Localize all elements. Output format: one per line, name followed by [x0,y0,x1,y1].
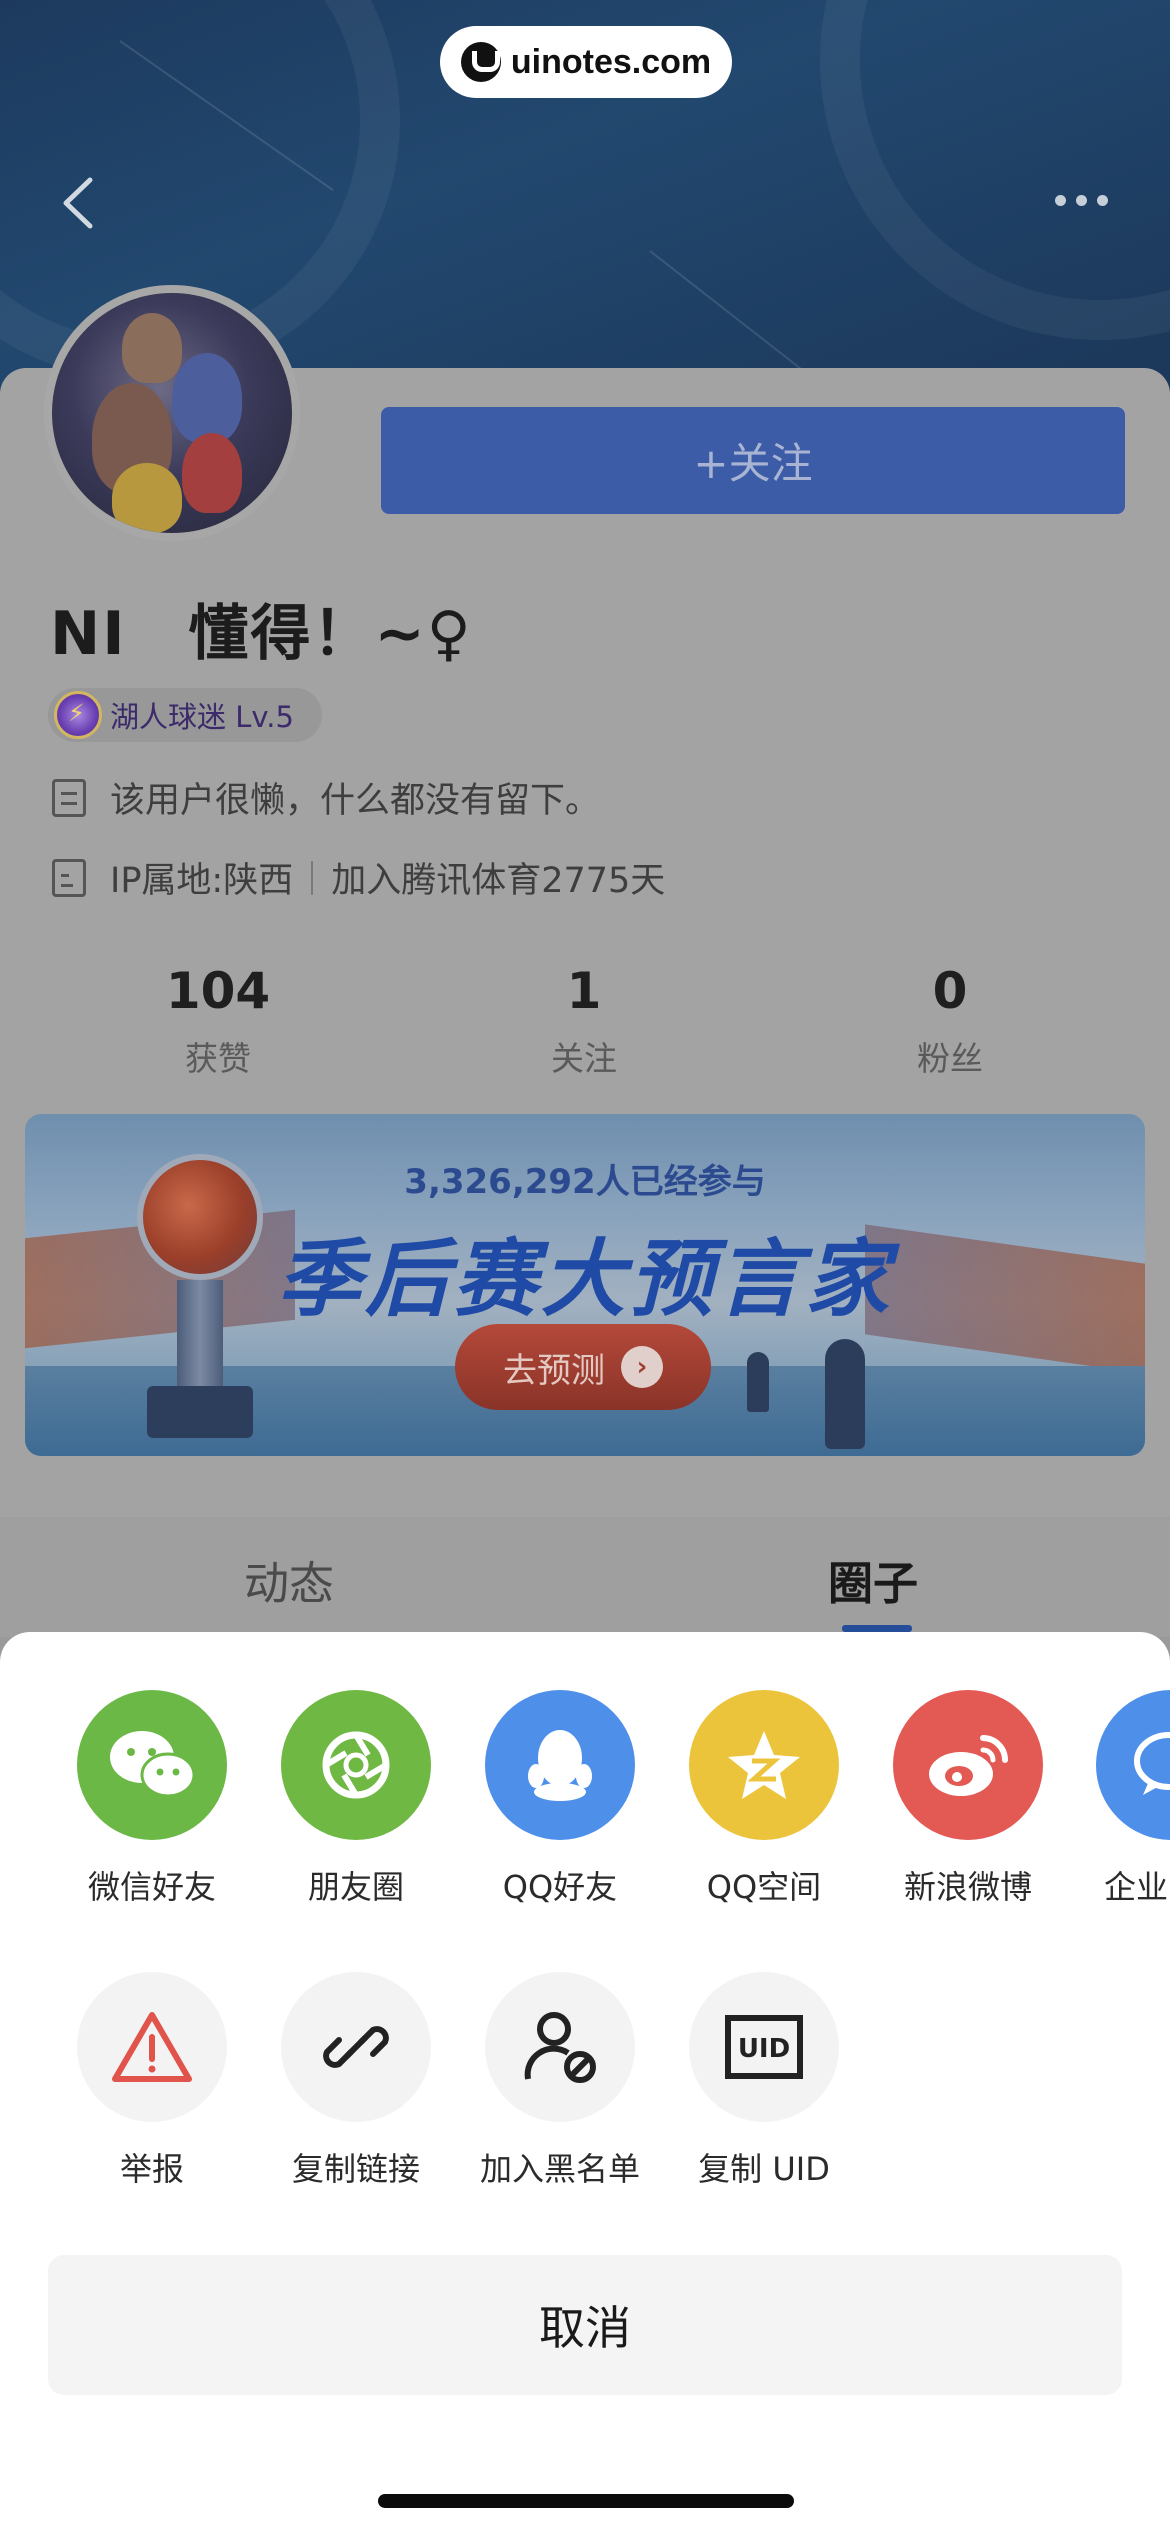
share-wechat-friend[interactable]: 微信好友 [50,1690,254,1908]
share-weibo[interactable]: 新浪微博 [866,1690,1070,1908]
tool-label: 举报 [119,2150,184,2188]
watermark-badge: uinotes.com [440,26,732,98]
document-icon [52,778,86,817]
tool-label: 加入黑名单 [479,2150,640,2188]
wechat-icon [77,1690,227,1840]
stat-value: 0 [932,962,968,1020]
home-indicator[interactable] [378,2494,794,2508]
avatar[interactable] [44,285,300,541]
more-dot [1097,194,1108,206]
moments-icon [281,1690,431,1840]
tab-circles[interactable]: 圈子 [828,1547,918,1612]
divider [311,860,314,895]
lakers-badge-icon [54,691,102,739]
banner-title: 季后赛大预言家 [276,1230,893,1328]
share-label: 新浪微博 [903,1868,1032,1906]
banner-participants: 3,326,292人已经参与 [404,1162,766,1202]
tab-activity[interactable]: 动态 [244,1547,334,1612]
uinotes-logo-icon [460,42,501,82]
ip-location: IP属地:陕西 [110,861,294,901]
share-moments[interactable]: 朋友圈 [254,1690,458,1908]
playoff-prediction-banner[interactable]: 3,326,292人已经参与 季后赛大预言家 去预测 › [25,1114,1145,1456]
share-qzone[interactable]: QQ空间 [662,1690,866,1908]
badge-label: 湖人球迷 Lv.5 [110,700,294,734]
player-silhouette [747,1352,769,1412]
player-silhouette [825,1339,865,1449]
bio-text: 该用户很懒，什么都没有留下。 [110,781,601,821]
share-sheet: 微信好友 朋友圈 QQ好友 QQ空间 新浪微博 企业 举报 复制链接 加入黑名单… [0,1632,1170,2532]
stat-label: 粉丝 [917,1039,983,1078]
svg-text:UID: UID [738,2034,790,2064]
fan-level-badge[interactable]: 湖人球迷 Lv.5 [48,688,322,742]
watermark-text: uinotes.com [510,42,712,81]
id-card-icon [52,858,86,897]
share-label: 微信好友 [87,1868,216,1906]
active-tab-indicator [842,1625,912,1632]
stat-following[interactable]: 1 关注 [464,962,704,1080]
share-qq-friend[interactable]: QQ好友 [458,1690,662,1908]
stat-value: 1 [566,962,602,1020]
back-button[interactable] [50,168,110,238]
qq-icon [485,1690,635,1840]
tool-label: 复制链接 [291,2150,420,2188]
tool-label: 复制 UID [698,2150,830,2188]
weibo-icon [893,1690,1043,1840]
share-label: QQ好友 [502,1868,618,1906]
profile-tabs: 动态 圈子 [0,1517,1170,1637]
uid-icon: UID [689,1972,839,2122]
follow-button[interactable]: +关注 [381,407,1125,514]
enterprise-wechat-icon [1096,1690,1170,1840]
copy-uid-button[interactable]: UID 复制 UID [662,1972,866,2190]
block-user-button[interactable]: 加入黑名单 [458,1972,662,2190]
copy-link-button[interactable]: 复制链接 [254,1972,458,2190]
predict-label: 去预测 [503,1350,605,1391]
block-user-icon [485,1972,635,2122]
bio-row: 该用户很懒，什么都没有留下。 [52,772,600,823]
chevron-left-icon [63,177,93,229]
meta-row: IP属地:陕西 加入腾讯体育2775天 [52,852,665,903]
stat-value: 104 [165,962,271,1020]
more-dot [1076,194,1087,206]
qzone-icon [689,1690,839,1840]
stat-label: 关注 [551,1039,617,1078]
share-enterprise-wechat[interactable]: 企业 [1070,1690,1170,1908]
warning-icon [77,1972,227,2122]
share-label: 朋友圈 [307,1868,404,1906]
more-dot [1055,194,1066,206]
username: NI 懂得！~♀ [50,599,473,669]
cancel-button[interactable]: 取消 [48,2255,1122,2395]
link-icon [281,1972,431,2122]
stat-likes[interactable]: 104 获赞 [98,962,338,1080]
share-label: 企业 [1104,1868,1169,1906]
stat-label: 获赞 [185,1039,251,1078]
chevron-right-icon: › [621,1346,663,1388]
more-button[interactable] [1055,185,1125,215]
share-label: QQ空间 [706,1868,822,1906]
join-info: 加入腾讯体育2775天 [331,861,666,901]
report-button[interactable]: 举报 [50,1972,254,2190]
predict-button[interactable]: 去预测 › [455,1324,711,1410]
stat-fans[interactable]: 0 粉丝 [830,962,1070,1080]
